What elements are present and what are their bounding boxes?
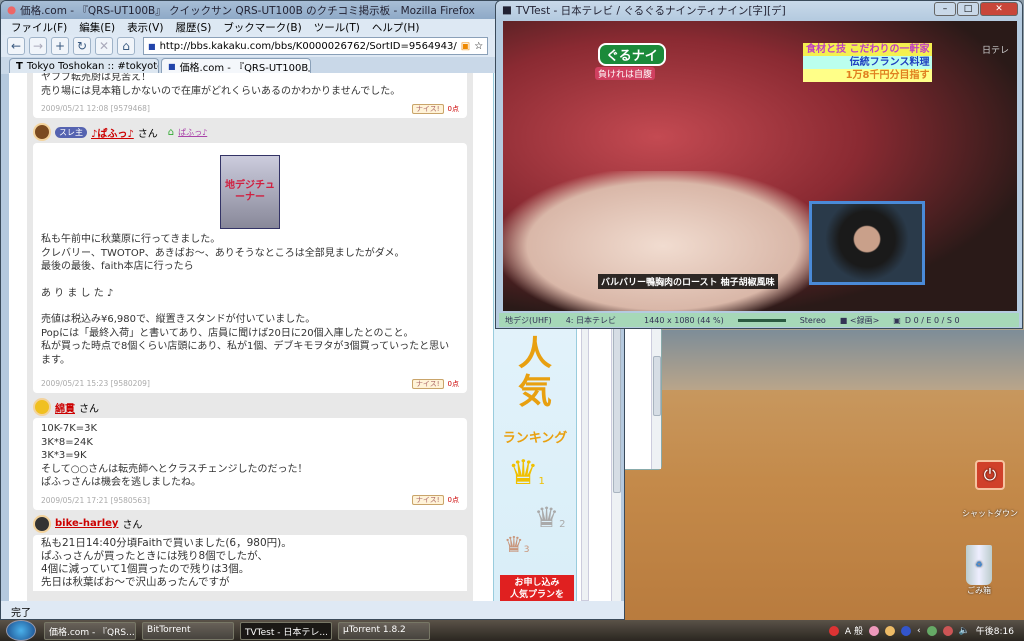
dish-caption: バルバリー鴨胸肉のロースト 柚子胡椒風味	[598, 274, 778, 289]
menu-bookmarks[interactable]: ブックマーク(B)	[223, 20, 301, 35]
system-tray: A 般 ‹ 🔈 午後8:16	[828, 624, 1024, 637]
taskbar-item-bittorrent[interactable]: BitTorrent	[142, 621, 234, 640]
tab-kakaku[interactable]: ■価格.com - 『QRS-UT100B』 ク...×	[161, 58, 311, 74]
desktop-icon-recycle-bin[interactable]: ♻ ごみ箱	[966, 545, 992, 596]
avatar	[33, 123, 51, 141]
help-icon[interactable]	[900, 625, 911, 636]
tray-app-icon[interactable]	[942, 625, 953, 636]
nice-button[interactable]: ナイス!	[411, 378, 444, 389]
avatar	[33, 514, 51, 533]
show-hidden-icons[interactable]: ‹	[917, 626, 921, 636]
video-display[interactable]: ぐるナイ 負けれは自腹 食材と技 こだわりの一軒家 伝統フランス料理 1万8千円…	[503, 21, 1017, 311]
tvtest-app-icon: ■	[502, 4, 512, 16]
nice-button[interactable]: ナイス!	[411, 103, 444, 114]
taskbar: 価格.com - 『QRS... BitTorrent TVTest - 日本テ…	[0, 620, 1024, 641]
menu-file[interactable]: ファイル(F)	[11, 20, 67, 35]
post: ヤフブ転売厨は見苦え！ 売り場には見本箱しかないので在庫がどれくらいあるのかわか…	[33, 73, 467, 118]
tvtest-window: ■ TVTest - 日本テレビ / ぐるぐるナインティナイン[字][デ] – □ ✕…	[495, 0, 1023, 329]
taskbar-item-firefox[interactable]: 価格.com - 『QRS...	[44, 621, 136, 640]
tray-app-icon[interactable]	[868, 625, 879, 636]
reload-button[interactable]: ↻	[73, 37, 91, 55]
picture-in-picture	[809, 201, 925, 285]
minimize-button[interactable]: –	[934, 2, 956, 16]
tvtest-status-bar: 地デジ(UHF) 4: 日本テレビ 1440 x 1080 (44 %) Ste…	[499, 313, 1019, 327]
post: 私も21日14:40分頃Faithで買いました(6，980円)。 ぱふっさんが買…	[33, 534, 467, 591]
volume-slider[interactable]	[737, 318, 786, 322]
start-button[interactable]	[6, 620, 36, 641]
taskbar-item-utorrent[interactable]: µTorrent 1.8.2	[338, 621, 430, 640]
channel-watermark: 日テレ	[981, 46, 1009, 56]
volume-icon[interactable]: 🔈	[959, 626, 970, 636]
crown-gold-icon: ♛1	[508, 453, 545, 493]
crown-silver-icon: ♛2	[534, 501, 566, 534]
home-button[interactable]: ⌂	[117, 37, 135, 55]
new-tab-button[interactable]: +	[51, 37, 69, 55]
home-icon: ⌂	[167, 126, 175, 138]
menu-help[interactable]: ヘルプ(H)	[372, 20, 420, 35]
program-telop: 食材と技 こだわりの一軒家 伝統フランス料理 1万8千円分目指す	[803, 43, 933, 82]
menu-view[interactable]: 表示(V)	[127, 20, 163, 35]
back-button[interactable]: ←	[7, 37, 25, 55]
tray-red-icon[interactable]	[828, 625, 839, 636]
thread-owner-badge: スレ主	[55, 126, 87, 138]
taskbar-item-tvtest[interactable]: TVTest - 日本テレ...	[240, 621, 332, 640]
post-header: スレ主 ♪ぱふっ♪ さん ⌂ ぱふっ♪	[33, 121, 467, 143]
background-window-scrollbar[interactable]	[651, 326, 661, 469]
post: 10K-7K=3K 3K*8=24K 3K*3=9K そして○○さんは転売師へと…	[33, 418, 467, 510]
status-bar: 完了	[1, 601, 624, 619]
site-favicon: ■	[148, 41, 156, 51]
post-header: 綿貫 さん	[33, 396, 467, 418]
capture-icon[interactable]: ▣	[893, 316, 901, 325]
tab-favicon: ■	[168, 62, 176, 71]
nice-button[interactable]: ナイス!	[411, 495, 444, 506]
author-link[interactable]: 綿貫	[55, 400, 75, 415]
menu-tools[interactable]: ツール(T)	[314, 20, 360, 35]
post-header: bike-harley さん	[33, 513, 467, 535]
tray-app-icon[interactable]	[884, 625, 895, 636]
url-bar[interactable]: ■ http://bbs.kakaku.com/bbs/K0000026762/…	[143, 37, 489, 55]
avatar	[33, 398, 51, 416]
post: 地デジチューナー 私も午前中に秋葉原に行ってきました。 クレバリー、TWOTOP…	[33, 143, 467, 393]
apply-button[interactable]: お申し込み 人気プランを	[500, 575, 574, 601]
shutdown-icon: ⏻	[975, 460, 1005, 490]
author-link[interactable]: ♪ぱふっ♪	[91, 125, 134, 140]
menu-history[interactable]: 履歴(S)	[175, 20, 211, 35]
crown-bronze-icon: ♛3	[504, 533, 530, 558]
firefox-icon: ●	[7, 4, 17, 16]
bookmark-star-icon[interactable]: ☆	[474, 41, 483, 52]
ime-indicator[interactable]: A 般	[845, 624, 863, 637]
tab-favicon: T	[16, 61, 23, 72]
desktop-icon-shutdown[interactable]: ⏻ シャットダウン	[962, 460, 1018, 519]
tab-tokyo-toshokan[interactable]: TTokyo Toshokan :: #tokyotosh...	[9, 58, 159, 74]
clock[interactable]: 午後8:16	[976, 624, 1014, 637]
forward-button[interactable]: →	[29, 37, 47, 55]
maximize-button[interactable]: □	[957, 2, 979, 16]
rss-icon[interactable]: ▣	[461, 41, 470, 52]
recycle-bin-icon: ♻	[966, 545, 992, 585]
close-button[interactable]: ✕	[980, 2, 1018, 16]
home-link[interactable]: ぱふっ♪	[178, 127, 207, 138]
program-logo: ぐるナイ	[598, 43, 666, 66]
menu-edit[interactable]: 編集(E)	[79, 20, 115, 35]
stop-button[interactable]: ✕	[95, 37, 113, 55]
post-list: ヤフブ転売厨は見苦え！ 売り場には見本箱しかないので在庫がどれくらいあるのかわか…	[27, 73, 473, 601]
network-icon[interactable]	[926, 625, 937, 636]
desktop-wallpaper-sea	[620, 330, 1024, 390]
author-link[interactable]: bike-harley	[55, 518, 118, 529]
post-image[interactable]: 地デジチューナー	[220, 155, 280, 229]
